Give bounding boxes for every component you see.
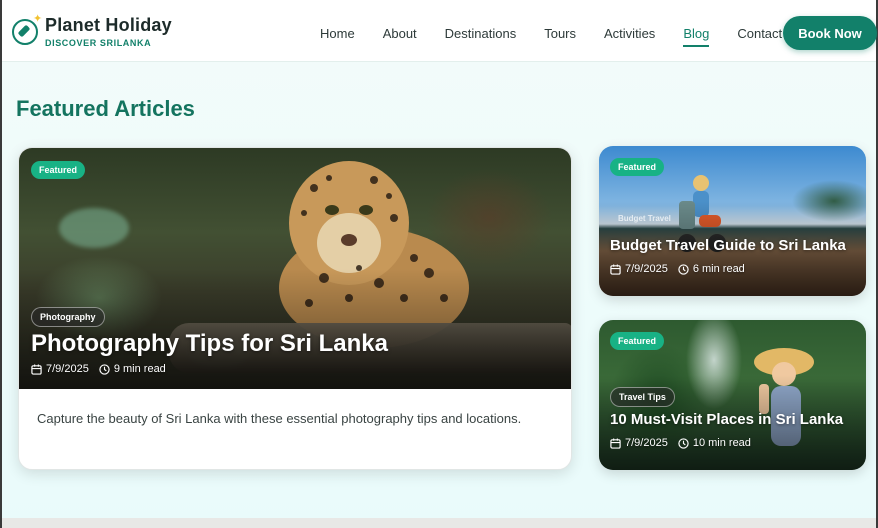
featured-article-card[interactable]: Featured Photography Photography Tips fo… [18, 147, 572, 470]
featured-badge: Featured [31, 161, 86, 179]
side-article-card[interactable]: Featured Travel Tips 10 Must-Visit Place… [599, 320, 866, 470]
nav-activities[interactable]: Activities [604, 26, 655, 41]
compass-icon: ✦ [12, 13, 42, 45]
featured-badge: Featured [610, 158, 665, 176]
nav-destinations[interactable]: Destinations [445, 26, 517, 41]
article-date: 7/9/2025 [625, 263, 668, 275]
article-title[interactable]: Budget Travel Guide to Sri Lanka [610, 237, 846, 254]
next-section-edge [2, 518, 876, 528]
article-excerpt: Capture the beauty of Sri Lanka with the… [37, 411, 522, 426]
category-badge[interactable]: Photography [31, 307, 105, 327]
brand[interactable]: ✦ Planet Holiday DISCOVER SRILANKA [12, 13, 172, 48]
nav-about[interactable]: About [383, 26, 417, 41]
featured-badge: Featured [610, 332, 665, 350]
clock-icon [99, 363, 110, 375]
nav-contact[interactable]: Contact [737, 26, 782, 41]
article-title[interactable]: Photography Tips for Sri Lanka [31, 330, 388, 358]
nav-tours[interactable]: Tours [544, 26, 576, 41]
main-nav: Home About Destinations Tours Activities… [320, 26, 810, 47]
article-meta: 7/9/2025 9 min read [31, 363, 166, 375]
category-badge[interactable]: Budget Travel [610, 212, 671, 226]
article-read-time: 9 min read [113, 363, 166, 375]
page-frame: ✦ Planet Holiday DISCOVER SRILANKA Home … [0, 0, 878, 528]
clock-icon [678, 263, 689, 275]
calendar-icon [31, 363, 42, 375]
article-title[interactable]: 10 Must-Visit Places in Sri Lanka [610, 411, 843, 428]
article-meta: 7/9/2025 6 min read [610, 263, 745, 275]
book-now-button[interactable]: Book Now [783, 16, 877, 50]
article-read-time: 10 min read [692, 437, 751, 449]
article-date: 7/9/2025 [46, 363, 89, 375]
nav-home[interactable]: Home [320, 26, 355, 41]
nav-blog[interactable]: Blog [683, 26, 710, 47]
section-title: Featured Articles [16, 96, 195, 121]
category-badge[interactable]: Travel Tips [610, 387, 675, 407]
article-meta: 7/9/2025 10 min read [610, 437, 751, 449]
article-read-time: 6 min read [692, 263, 745, 275]
calendar-icon [610, 263, 621, 275]
side-article-card[interactable]: Featured Budget Travel Budget Travel Gui… [599, 146, 866, 296]
brand-name: Planet Holiday [45, 15, 172, 35]
clock-icon [678, 437, 689, 449]
article-date: 7/9/2025 [625, 437, 668, 449]
header: ✦ Planet Holiday DISCOVER SRILANKA Home … [2, 0, 877, 62]
brand-tagline: DISCOVER SRILANKA [45, 38, 152, 48]
calendar-icon [610, 437, 621, 449]
